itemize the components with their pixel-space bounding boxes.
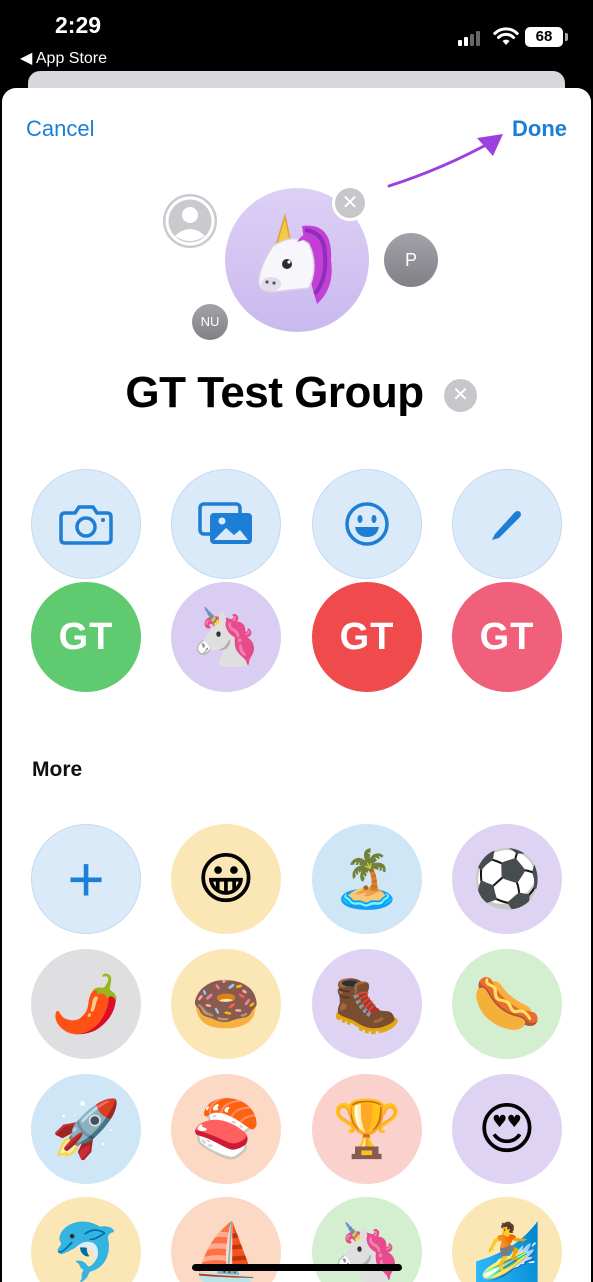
emoji-item[interactable]: 🏄 [452,1197,562,1282]
emoji-option-button[interactable] [312,469,422,579]
emoji-item[interactable]: 🐬 [31,1197,141,1282]
group-photo-sheet: Cancel Done ✕ P NU GT Test Group ✕ GT 🦄 … [2,88,591,1282]
back-label: App Store [35,50,108,67]
emoji-item[interactable]: 🏝️ [312,824,422,934]
unicorn-emoji: 🦄 [191,605,261,668]
trophy-emoji: 🏆 [332,1097,402,1160]
rocket-emoji: 🚀 [51,1097,121,1160]
sushi-emoji: 🍣 [191,1097,261,1160]
more-section-title: More [32,758,83,781]
heart-eyes-emoji: 😍 [477,1097,537,1160]
cancel-button[interactable]: Cancel [26,116,94,142]
emoji-item[interactable]: 🏆 [312,1074,422,1184]
suggestion-gt-red[interactable]: GT [312,582,422,692]
home-indicator[interactable] [192,1264,402,1271]
hot-dog-emoji: 🌭 [472,972,542,1035]
emoji-item[interactable]: 🍩 [171,949,281,1059]
suggestion-unicorn[interactable]: 🦄 [171,582,281,692]
emoji-item[interactable]: 😍 [452,1074,562,1184]
doughnut-emoji: 🍩 [191,972,261,1035]
member-avatar-nu: NU [192,304,228,340]
surfer-emoji: 🏄 [472,1220,542,1282]
emoji-item[interactable]: 🌭 [452,949,562,1059]
member-avatar-placeholder [163,194,217,248]
back-triangle-icon: ◀ [20,50,33,67]
person-icon [165,196,215,246]
back-to-app-store[interactable]: ◀ App Store [20,48,107,68]
emoji-icon [345,502,389,546]
photos-option-button[interactable] [171,469,281,579]
pencil-icon [492,511,521,540]
camera-icon [59,505,113,545]
suggestion-gt-green[interactable]: GT [31,582,141,692]
status-time: 2:29 [55,12,102,38]
hiking-boot-emoji: 🥾 [332,972,402,1035]
emoji-item[interactable]: 😀 [171,824,281,934]
unicorn-emoji: 🦄 [332,1220,402,1282]
camera-option-button[interactable] [31,469,141,579]
emoji-item[interactable]: ⚽ [452,824,562,934]
emoji-item[interactable]: 🌶️ [31,949,141,1059]
dolphin-emoji: 🐬 [51,1220,121,1282]
annotation-arrow-icon [387,134,503,188]
wifi-icon [493,27,519,45]
cellular-signal-icon [458,30,484,46]
status-bar: 2:29 ◀ App Store 68 [0,0,593,80]
pencil-option-button[interactable] [452,469,562,579]
emoji-item[interactable]: 🥾 [312,949,422,1059]
grinning-face-emoji: 😀 [196,847,256,910]
chili-pepper-emoji: 🌶️ [51,972,121,1035]
emoji-item[interactable]: 🚀 [31,1074,141,1184]
soccer-ball-emoji: ⚽ [472,847,542,910]
add-emoji-button[interactable]: + [31,824,141,934]
clear-name-button[interactable]: ✕ [444,379,477,412]
plus-icon: + [67,843,105,915]
photos-icon [198,502,252,544]
done-button[interactable]: Done [512,116,567,142]
member-avatar-p: P [384,233,438,287]
unicorn-icon [258,213,332,304]
suggestion-gt-pink[interactable]: GT [452,582,562,692]
sailboat-emoji: ⛵ [191,1220,261,1282]
emoji-item[interactable]: 🍣 [171,1074,281,1184]
island-emoji: 🏝️ [332,847,402,910]
remove-photo-button[interactable]: ✕ [332,185,368,221]
battery-indicator: 68 [525,27,568,47]
